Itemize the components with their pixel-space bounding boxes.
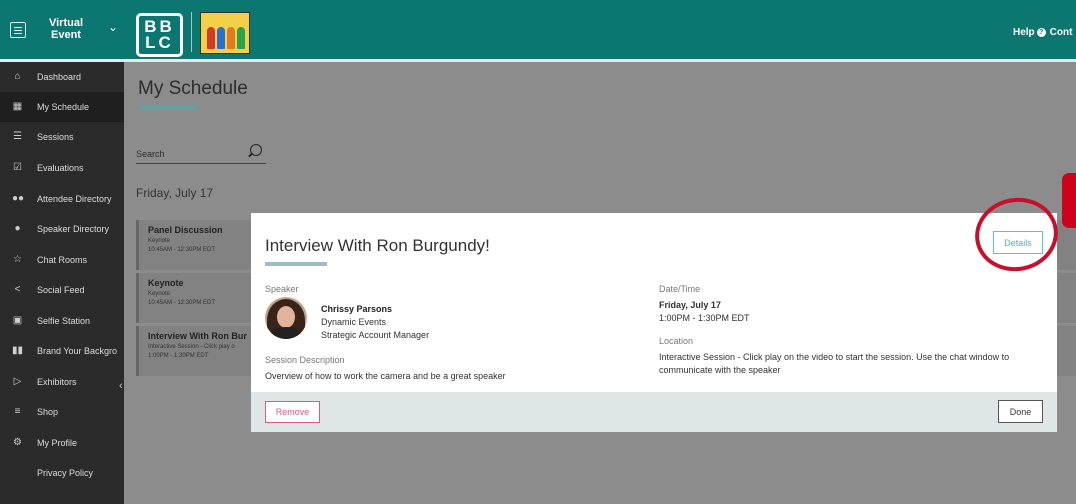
sidebar-item-label: Exhibitors — [37, 377, 77, 387]
session-time: 1:00PM - 1:30PM EDT — [148, 353, 209, 359]
microphone-icon: ● — [14, 223, 21, 234]
collapse-sidebar-icon[interactable]: ‹ — [119, 380, 123, 392]
speaker-label: Speaker — [265, 284, 299, 294]
session-card[interactable]: Panel Discussion Keynote 10:45AM - 12:30… — [136, 220, 261, 270]
session-time: 1:00PM - 1:30PM EDT — [659, 313, 750, 323]
sidebar-item-social-feed[interactable]: < Social Feed — [0, 275, 124, 305]
sidebar-item-label: Speaker Directory — [37, 224, 110, 234]
sidebar-item-label: Social Feed — [37, 285, 85, 295]
chevron-down-icon[interactable]: ⌄ — [108, 20, 118, 34]
sidebar-item-label: My Profile — [37, 438, 78, 448]
location-label: Location — [659, 336, 694, 346]
session-type: Keynote — [148, 238, 171, 244]
calendar-icon: ▦ — [12, 101, 23, 112]
sidebar-item-chat-rooms[interactable]: ☆ Chat Rooms — [0, 245, 124, 275]
checkbox-icon: ☑ — [13, 162, 22, 173]
event-name-line1: Virtual — [48, 17, 84, 29]
home-icon: ⌂ — [14, 71, 21, 82]
share-icon: < — [14, 284, 21, 295]
page-title: My Schedule — [138, 78, 248, 99]
remove-button[interactable]: Remove — [265, 401, 320, 423]
speaker-role: Strategic Account Manager — [321, 330, 430, 340]
sidebar-item-label: My Schedule — [37, 102, 90, 112]
help-icon: ? — [1036, 28, 1046, 37]
datetime-label: Date/Time — [659, 284, 701, 294]
sidebar-item-attendee-directory[interactable]: ●● Attendee Directory — [0, 184, 124, 214]
session-description: Overview of how to work the camera and b… — [265, 371, 506, 381]
speaker-organization: Dynamic Events — [321, 317, 387, 327]
modal-footer: Remove Done — [251, 392, 1057, 432]
sidebar-item-label: Evaluations — [37, 163, 84, 173]
sidebar-item-label: Shop — [37, 407, 59, 417]
session-card-edge — [1057, 326, 1076, 376]
session-location: Interactive Session - Click play on the … — [659, 352, 1010, 375]
sidebar-item-evaluations[interactable]: ☑ Evaluations — [0, 153, 124, 183]
sidebar-item-label: Chat Rooms — [37, 255, 88, 265]
sidebar-item-shop[interactable]: ≡ Shop — [0, 397, 124, 427]
sidebar-item-my-profile[interactable]: ⚙ My Profile — [0, 428, 124, 458]
search-icon[interactable] — [250, 144, 262, 156]
top-header: Virtual Event ⌄ BB LC Help? Cont — [0, 0, 1076, 62]
event-selector[interactable]: Virtual Event — [36, 17, 96, 41]
speaker-name: Chrissy Parsons — [321, 304, 393, 314]
star-icon: ☆ — [13, 254, 22, 265]
sidebar-item-selfie-station[interactable]: ▣ Selfie Station — [0, 306, 124, 336]
modal-title: Interview With Ron Burgundy! — [265, 236, 490, 255]
session-time: 10:45AM - 12:30PM EDT — [148, 300, 216, 306]
session-type: Interactive Session - Click play o — [148, 344, 235, 350]
day-heading: Friday, July 17 — [136, 186, 214, 200]
sidebar-item-my-schedule[interactable]: ▦ My Schedule — [0, 92, 124, 122]
sidebar-item-label: Brand Your Backgro — [37, 346, 117, 356]
search-bar — [136, 144, 266, 164]
list-icon: ☰ — [13, 131, 22, 142]
title-underline — [138, 106, 198, 110]
sidebar-item-brand-background[interactable]: ▮▮ Brand Your Backgro — [0, 336, 124, 366]
sidebar-item-label: Dashboard — [37, 72, 82, 82]
session-date: Friday, July 17 — [659, 300, 721, 310]
annotation-arrow — [1062, 173, 1076, 228]
done-button[interactable]: Done — [998, 400, 1043, 423]
people-icon: ●● — [12, 193, 25, 204]
cart-icon: ≡ — [14, 406, 21, 417]
help-link[interactable]: Help — [1013, 27, 1035, 38]
sidebar-item-label: Selfie Station — [37, 316, 91, 326]
sidebar-item-dashboard[interactable]: ⌂ Dashboard — [0, 62, 124, 92]
description-label: Session Description — [265, 355, 345, 365]
session-title: Keynote — [148, 278, 184, 288]
session-title: Interview With Ron Bur — [148, 331, 247, 341]
sidebar-item-label: Privacy Policy — [37, 468, 94, 478]
session-card-edge — [1057, 273, 1076, 323]
sidebar-item-speaker-directory[interactable]: ● Speaker Directory — [0, 214, 124, 244]
camera-icon: ▣ — [12, 315, 23, 326]
megaphone-icon: ▷ — [13, 376, 22, 387]
sidebar-item-label: Attendee Directory — [37, 194, 112, 204]
contact-link[interactable]: Cont — [1050, 27, 1073, 38]
logo-line2: LC — [145, 33, 174, 52]
session-title: Panel Discussion — [148, 225, 223, 235]
event-name-line2: Event — [51, 29, 81, 41]
gear-icon: ⚙ — [13, 437, 22, 448]
sidebar-item-privacy-policy[interactable]: Privacy Policy — [0, 458, 124, 488]
sidebar: ⌂ Dashboard ▦ My Schedule ☰ Sessions ☑ E… — [0, 62, 124, 504]
avatar — [265, 297, 307, 339]
logo-divider — [191, 12, 192, 52]
bblc-logo: BB LC — [136, 13, 183, 57]
sidebar-item-label: Sessions — [37, 132, 74, 142]
modal-title-underline — [265, 262, 327, 266]
session-time: 10:45AM - 12:30PM EDT — [148, 247, 216, 253]
film-icon: ▮▮ — [12, 345, 24, 356]
session-card[interactable]: Interview With Ron Bur Interactive Sessi… — [136, 326, 261, 376]
help-area[interactable]: Help? Cont — [1013, 27, 1072, 38]
sidebar-item-sessions[interactable]: ☰ Sessions — [0, 122, 124, 152]
sidebar-item-exhibitors[interactable]: ▷ Exhibitors — [0, 367, 124, 397]
search-input[interactable] — [136, 146, 246, 162]
session-type: Keynote — [148, 291, 171, 297]
session-card[interactable]: Keynote Keynote 10:45AM - 12:30PM EDT — [136, 273, 261, 323]
menu-icon[interactable] — [10, 22, 26, 38]
session-details-modal: Interview With Ron Burgundy! Details Spe… — [251, 213, 1057, 432]
partner-logo — [200, 12, 250, 54]
